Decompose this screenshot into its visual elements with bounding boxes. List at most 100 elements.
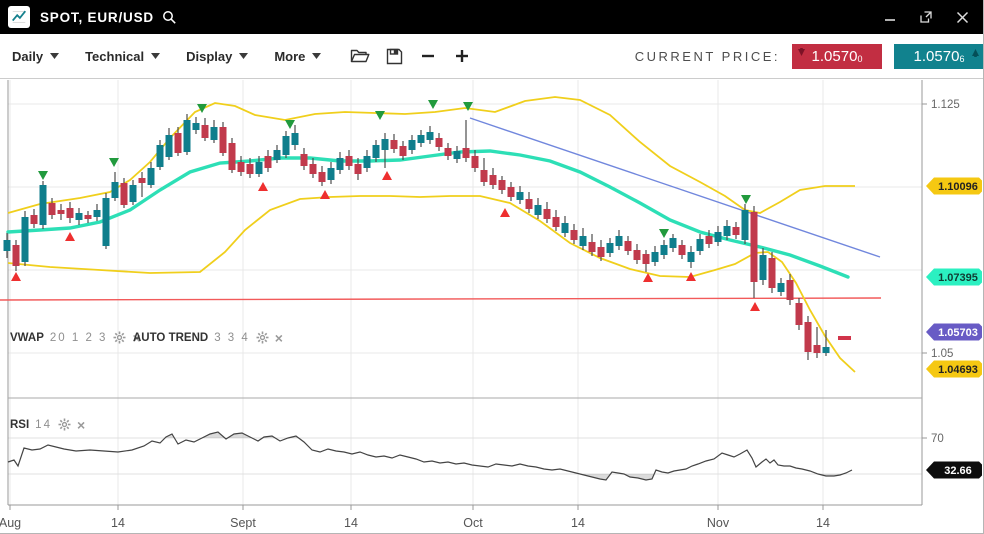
x-axis-label: 14 bbox=[571, 516, 585, 530]
candle-body bbox=[4, 240, 11, 251]
chart-area[interactable]: Aug14Sept14Oct14Nov141.1251.05701.100961… bbox=[0, 79, 984, 534]
candle-body bbox=[184, 120, 191, 152]
candle-body bbox=[544, 209, 551, 219]
vwap-line bbox=[8, 151, 848, 277]
candle-body bbox=[805, 322, 812, 352]
menu-technical[interactable]: Technical bbox=[85, 49, 160, 64]
sell-signal-icon bbox=[38, 171, 48, 180]
price-badge-bollinger-lower-value: 1.04693 bbox=[938, 364, 978, 376]
candle-body bbox=[364, 156, 371, 168]
candle-body bbox=[139, 178, 146, 183]
candle-body bbox=[490, 175, 497, 185]
sell-signal-icon bbox=[659, 229, 669, 238]
price-badge-last-price-value: 1.05703 bbox=[938, 327, 978, 339]
candle-body bbox=[787, 280, 794, 300]
candle-body bbox=[130, 185, 137, 202]
ask-price-badge: 1.05706 bbox=[894, 44, 984, 69]
menu-daily[interactable]: Daily bbox=[12, 49, 59, 64]
search-icon[interactable] bbox=[162, 10, 177, 25]
candle-body bbox=[175, 133, 182, 153]
support-level-line bbox=[0, 298, 881, 300]
candle-body bbox=[166, 135, 173, 157]
candle-body bbox=[310, 164, 317, 174]
sell-signal-icon bbox=[741, 195, 751, 204]
candle-body bbox=[31, 215, 38, 224]
candle-body bbox=[382, 139, 389, 150]
y-axis-label: 1.125 bbox=[931, 99, 960, 111]
candlestick-chart-canvas[interactable]: Aug14Sept14Oct14Nov141.1251.05701.100961… bbox=[0, 79, 984, 534]
candle-body bbox=[292, 133, 299, 145]
candle-body bbox=[553, 217, 560, 227]
candle-body bbox=[463, 148, 470, 158]
candle-body bbox=[769, 258, 776, 288]
candle-body bbox=[283, 136, 290, 155]
candle-body bbox=[481, 170, 488, 182]
candle-body bbox=[796, 303, 803, 325]
candle-body bbox=[13, 245, 20, 266]
close-icon[interactable]: × bbox=[77, 420, 85, 430]
menu-display[interactable]: Display bbox=[186, 49, 248, 64]
chevron-down-icon bbox=[312, 53, 321, 59]
gear-icon[interactable] bbox=[58, 418, 71, 431]
candle-body bbox=[580, 236, 587, 246]
buy-signal-icon bbox=[11, 272, 21, 281]
candle-body bbox=[355, 164, 362, 174]
sell-signal-icon bbox=[375, 111, 385, 120]
candle-body bbox=[94, 210, 101, 217]
price-badge-vwap-value: 1.07395 bbox=[938, 272, 978, 284]
app-window: SPOT, EUR/USD Daily Technical bbox=[0, 0, 984, 534]
menu-more[interactable]: More bbox=[274, 49, 321, 64]
close-button[interactable] bbox=[954, 9, 970, 25]
candle-body bbox=[427, 132, 434, 140]
candle-body bbox=[652, 252, 659, 262]
candle-body bbox=[499, 180, 506, 190]
candle-body bbox=[103, 198, 110, 246]
candle-body bbox=[112, 182, 119, 198]
x-axis-label: Oct bbox=[463, 516, 483, 530]
candle-body bbox=[328, 168, 335, 180]
rsi-line bbox=[8, 432, 852, 480]
candle-body bbox=[661, 245, 668, 255]
candle-body bbox=[436, 138, 443, 147]
popout-button[interactable] bbox=[918, 9, 934, 25]
candle-body bbox=[679, 245, 686, 255]
candle-body bbox=[823, 347, 830, 353]
candle-body bbox=[517, 192, 524, 200]
x-axis-label: Nov bbox=[707, 516, 730, 530]
gear-icon[interactable] bbox=[256, 331, 269, 344]
candle-body bbox=[814, 345, 821, 353]
window-title: SPOT, EUR/USD bbox=[40, 10, 154, 25]
rsi-axis-label: 70 bbox=[931, 433, 944, 445]
open-folder-icon[interactable] bbox=[347, 43, 373, 69]
candle-body bbox=[49, 203, 56, 215]
zoom-in-icon[interactable] bbox=[449, 43, 475, 69]
arrow-down-icon bbox=[797, 48, 806, 57]
candle-body bbox=[337, 158, 344, 170]
sell-signal-icon bbox=[197, 104, 207, 113]
candle-body bbox=[571, 230, 578, 240]
candle-body bbox=[598, 247, 605, 257]
candle-body bbox=[265, 156, 272, 168]
indicator-legend-rsi: RSI 14 × bbox=[10, 418, 85, 431]
gear-icon[interactable] bbox=[113, 331, 126, 344]
zoom-out-icon[interactable] bbox=[415, 43, 441, 69]
candle-body bbox=[76, 213, 83, 220]
chevron-down-icon bbox=[151, 53, 160, 59]
candle-body bbox=[85, 215, 92, 219]
window-controls bbox=[882, 9, 970, 25]
close-icon[interactable]: × bbox=[275, 333, 283, 343]
minimize-button[interactable] bbox=[882, 9, 898, 25]
bollinger-lower-band bbox=[8, 196, 855, 372]
candle-body bbox=[733, 227, 740, 235]
save-icon[interactable] bbox=[381, 43, 407, 69]
buy-signal-icon bbox=[65, 232, 75, 241]
app-logo-icon bbox=[8, 6, 30, 28]
candle-body bbox=[229, 143, 236, 170]
candle-body bbox=[202, 125, 209, 138]
candle-body bbox=[157, 145, 164, 167]
arrow-up-icon bbox=[971, 48, 980, 57]
x-axis-label: Aug bbox=[0, 516, 21, 530]
candle-body bbox=[643, 254, 650, 264]
x-axis-label: 14 bbox=[816, 516, 830, 530]
x-axis-label: 14 bbox=[344, 516, 358, 530]
